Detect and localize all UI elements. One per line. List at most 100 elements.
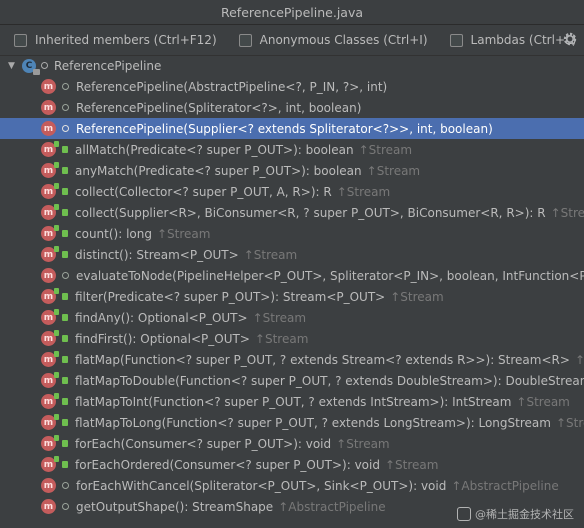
method-icon: m <box>41 435 59 451</box>
public-visibility-icon <box>62 314 68 321</box>
member-row[interactable]: m count(): long ↑Stream <box>0 223 584 244</box>
method-icon: m <box>41 100 56 115</box>
member-row[interactable]: m flatMapToLong(Function<? super P_OUT, ?… <box>0 412 584 433</box>
watermark-text: @稀土掘金技术社区 <box>475 508 574 521</box>
inherited-from-label: ↑Stream <box>384 457 439 472</box>
member-signature: filter(Predicate<? super P_OUT>): Stream… <box>75 289 386 304</box>
method-icon: m <box>41 309 59 325</box>
public-visibility-icon <box>62 356 68 363</box>
gear-icon[interactable] <box>562 31 578 47</box>
inherited-members-checkbox[interactable]: Inherited members (Ctrl+F12) <box>14 33 217 47</box>
checkbox-box[interactable] <box>449 33 463 47</box>
public-visibility-icon <box>62 461 68 468</box>
member-row[interactable]: m findFirst(): Optional<P_OUT> ↑Stream <box>0 328 584 349</box>
member-signature: ReferencePipeline(Supplier<? extends Spl… <box>76 121 493 136</box>
member-signature: flatMapToLong(Function<? super P_OUT, ? … <box>75 415 551 430</box>
method-icon: m <box>41 204 59 220</box>
method-icon: m <box>41 162 59 178</box>
member-signature: count(): long <box>75 226 152 241</box>
member-row[interactable]: m flatMap(Function<? super P_OUT, ? exten… <box>0 349 584 370</box>
member-signature: collect(Collector<? super P_OUT, A, R>):… <box>75 184 332 199</box>
visibility-icon <box>62 83 69 90</box>
method-icon: m <box>41 351 59 367</box>
inherited-from-label: ↑Stream <box>156 226 211 241</box>
inherited-from-label: ↑Strea <box>555 415 584 430</box>
method-icon: m <box>41 288 59 304</box>
abstract-class-icon: C <box>22 58 40 75</box>
method-icon: m <box>41 268 56 283</box>
member-signature: distinct(): Stream<P_OUT> <box>75 247 239 262</box>
visibility-icon <box>62 104 69 111</box>
method-icon: m <box>41 330 59 346</box>
member-row[interactable]: m forEachWithCancel(Spliterator<P_OUT>, S… <box>0 475 584 496</box>
inherited-from-label: ↑Stream <box>336 436 390 451</box>
inherited-from-label: ↑AbstractPipeline <box>278 499 386 514</box>
public-visibility-icon <box>62 230 68 237</box>
expand-arrow-icon[interactable]: ▼ <box>8 61 22 71</box>
member-signature: anyMatch(Predicate<? super P_OUT>): bool… <box>75 163 362 178</box>
member-row[interactable]: m findAny(): Optional<P_OUT> ↑Stream <box>0 307 584 328</box>
visibility-icon <box>41 62 48 69</box>
inherited-from-label: ↑Stream <box>254 331 309 346</box>
member-row[interactable]: m ReferencePipeline(AbstractPipeline<?, P… <box>0 76 584 97</box>
member-row[interactable]: m collect(Supplier<R>, BiConsumer<R, ? su… <box>0 202 584 223</box>
member-row[interactable]: m filter(Predicate<? super P_OUT>): Strea… <box>0 286 584 307</box>
member-list: m ReferencePipeline(AbstractPipeline<?, P… <box>0 76 584 517</box>
public-visibility-icon <box>62 188 68 195</box>
inherited-from-label: ↑Stream <box>358 142 413 157</box>
checkbox-box[interactable] <box>14 33 27 47</box>
member-row[interactable]: m evaluateToNode(PipelineHelper<P_OUT>, S… <box>0 265 584 286</box>
member-row[interactable]: m forEachOrdered(Consumer<? super P_OUT>)… <box>0 454 584 475</box>
checkbox-box[interactable] <box>238 33 252 47</box>
anonymous-classes-label: Anonymous Classes (Ctrl+I) <box>259 33 428 47</box>
lambdas-checkbox[interactable]: Lambdas (Ctrl+L) <box>449 33 576 47</box>
method-icon: m <box>41 372 59 388</box>
filter-options-bar: Inherited members (Ctrl+F12) Anonymous C… <box>0 25 584 56</box>
visibility-icon <box>62 272 69 279</box>
method-icon: m <box>41 499 56 514</box>
member-signature: flatMapToInt(Function<? super P_OUT, ? e… <box>75 394 512 409</box>
method-icon: m <box>41 121 56 136</box>
method-icon: m <box>41 478 56 493</box>
member-signature: forEachWithCancel(Spliterator<P_OUT>, Si… <box>76 478 447 493</box>
member-row[interactable]: m forEach(Consumer<? super P_OUT>): void ↑… <box>0 433 584 454</box>
member-row[interactable]: m allMatch(Predicate<? super P_OUT>): boo… <box>0 139 584 160</box>
structure-tree[interactable]: ▼ C ReferencePipeline m ReferencePipeline… <box>0 55 584 528</box>
member-row[interactable]: m flatMapToDouble(Function<? super P_OUT,… <box>0 370 584 391</box>
member-signature: flatMap(Function<? super P_OUT, ? extend… <box>75 352 570 367</box>
member-signature: ReferencePipeline(Spliterator<?>, int, b… <box>76 100 362 115</box>
member-row[interactable]: m ReferencePipeline(Spliterator<?>, int, … <box>0 97 584 118</box>
member-row[interactable]: m ReferencePipeline(Supplier<? extends Sp… <box>0 118 584 139</box>
tree-root-reference-pipeline[interactable]: ▼ C ReferencePipeline <box>0 55 584 76</box>
inherited-from-label: ↑AbstractPipeline <box>451 478 559 493</box>
method-icon: m <box>41 456 59 472</box>
anonymous-classes-checkbox[interactable]: Anonymous Classes (Ctrl+I) <box>238 33 428 47</box>
public-visibility-icon <box>62 209 68 216</box>
member-row[interactable]: m flatMapToInt(Function<? super P_OUT, ? … <box>0 391 584 412</box>
public-visibility-icon <box>62 398 68 405</box>
method-icon: m <box>41 141 59 157</box>
method-icon: m <box>41 183 59 199</box>
method-icon: m <box>41 79 56 94</box>
watermark-logo-icon <box>457 507 471 521</box>
member-row[interactable]: m distinct(): Stream<P_OUT> ↑Stream <box>0 244 584 265</box>
inherited-from-label: ↑Stream <box>252 310 307 325</box>
member-row[interactable]: m anyMatch(Predicate<? super P_OUT>): boo… <box>0 160 584 181</box>
inherited-from-label: ↑Stream <box>366 163 421 178</box>
public-visibility-icon <box>62 251 68 258</box>
inherited-from-label: ↑Strea <box>574 352 584 367</box>
member-signature: allMatch(Predicate<? super P_OUT>): bool… <box>75 142 354 157</box>
member-signature: ReferencePipeline(AbstractPipeline<?, P_… <box>76 79 388 94</box>
public-visibility-icon <box>62 419 68 426</box>
member-signature: findAny(): Optional<P_OUT> <box>75 310 248 325</box>
public-visibility-icon <box>62 293 68 300</box>
member-row[interactable]: m collect(Collector<? super P_OUT, A, R>)… <box>0 181 584 202</box>
member-signature: findFirst(): Optional<P_OUT> <box>75 331 250 346</box>
member-signature: forEachOrdered(Consumer<? super P_OUT>):… <box>75 457 380 472</box>
inherited-from-label: ↑Stream <box>243 247 298 262</box>
member-signature: collect(Supplier<R>, BiConsumer<R, ? sup… <box>75 205 546 220</box>
member-signature: getOutputShape(): StreamShape <box>76 499 274 514</box>
inherited-from-label: ↑Stream <box>336 184 391 199</box>
inherited-from-label: ↑Stream <box>390 289 444 304</box>
member-signature: evaluateToNode(PipelineHelper<P_OUT>, Sp… <box>76 268 584 283</box>
